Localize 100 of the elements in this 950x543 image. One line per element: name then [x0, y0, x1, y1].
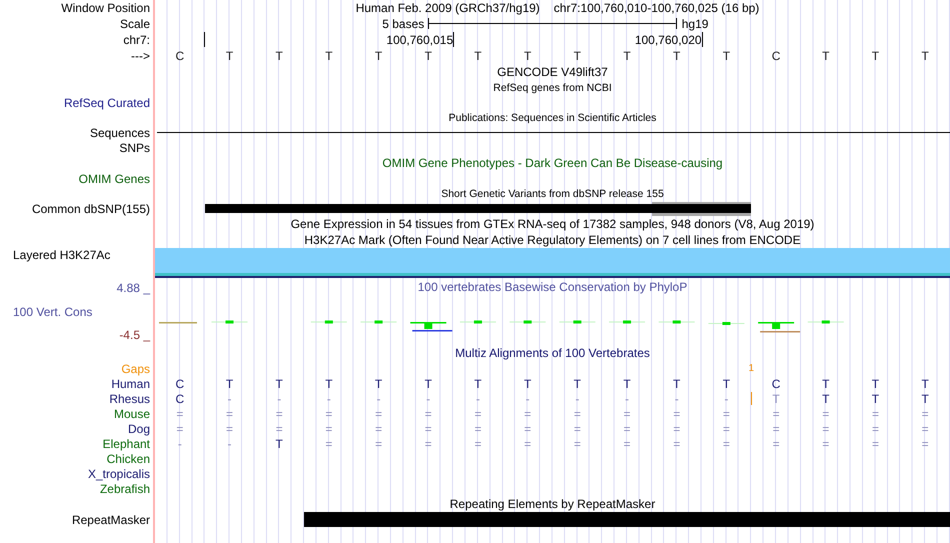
- aligned-base: T: [921, 376, 929, 390]
- aligned-base: =: [325, 436, 332, 450]
- aligned-base: =: [176, 422, 184, 436]
- aligned-base: T: [872, 376, 880, 390]
- aligned-base: -: [674, 392, 679, 406]
- aligned-base: T: [276, 436, 283, 450]
- aligned-base: C: [772, 376, 780, 390]
- aligned-base: =: [375, 436, 382, 450]
- aligned-base: T: [921, 392, 929, 406]
- species-label: X_tropicalis: [88, 466, 150, 480]
- species-label: Dog: [128, 422, 150, 436]
- base-letter: T: [822, 49, 830, 63]
- aligned-base: T: [772, 392, 780, 406]
- conservation-bar: [410, 322, 452, 332]
- conservation-bar: [559, 320, 596, 324]
- aligned-base: =: [474, 422, 482, 436]
- aligned-base: =: [524, 406, 532, 420]
- coordinate-label: 100,760,020: [634, 34, 702, 47]
- base-letter: C: [176, 49, 184, 63]
- species-label: Elephant: [102, 436, 150, 450]
- track-title: 100 vertebrates Basewise Conservation by PhyloP: [418, 280, 688, 294]
- coordinate-label: 100,760,015: [386, 34, 454, 47]
- species-label: Rhesus: [109, 392, 150, 406]
- aligned-base: -: [426, 392, 430, 406]
- gap-count: 1: [748, 363, 754, 374]
- aligned-base: =: [772, 422, 780, 436]
- track-label: 100 Vert. Cons: [13, 304, 92, 318]
- aligned-base: T: [822, 392, 830, 406]
- aligned-base: T: [325, 376, 333, 390]
- species-label: Chicken: [106, 452, 150, 466]
- axis-min-label: -4.5 _: [119, 328, 150, 342]
- aligned-base: -: [326, 392, 331, 406]
- aligned-base: =: [722, 436, 730, 450]
- track-title: Multiz Alignments of 100 Vertebrates: [455, 346, 650, 360]
- conservation-bar: [658, 320, 695, 324]
- ruler-tick: [702, 32, 703, 47]
- aligned-base: T: [276, 376, 283, 390]
- track-title: GENCODE V49lift37: [497, 65, 608, 79]
- assembly-label: hg19: [680, 16, 708, 30]
- position-text: chr7:100,760,010-100,760,025 (16 bp): [554, 1, 760, 15]
- aligned-base: =: [375, 406, 382, 420]
- conservation-bar: [758, 322, 800, 332]
- aligned-base: T: [623, 376, 631, 390]
- aligned-base: T: [374, 376, 382, 390]
- aligned-base: =: [624, 436, 631, 450]
- aligned-base: =: [325, 406, 332, 420]
- aligned-base: -: [277, 392, 282, 406]
- track-title: Gene Expression in 54 tissues from GTEx RNA-seq of 17382 samples, 948 donors (V8, Aug 2019): [290, 217, 814, 231]
- aligned-base: C: [176, 392, 184, 406]
- aligned-base: =: [772, 436, 780, 450]
- base-letter: T: [276, 49, 283, 63]
- conservation-bar: [360, 320, 397, 324]
- track-title: H3K27Ac Mark (Often Found Near Active Regulatory Elements) on 7 cell lines from ENCODE: [304, 233, 801, 247]
- track-label: Common dbSNP(155): [32, 202, 150, 216]
- track-title: Repeating Elements by RepeatMasker: [450, 497, 656, 511]
- track-title: OMIM Gene Phenotypes - Dark Green Can Be Disease-causing: [382, 156, 723, 170]
- track-label: RepeatMasker: [72, 512, 150, 526]
- species-label: Zebrafish: [100, 482, 150, 496]
- base-letter: T: [374, 49, 382, 63]
- conservation-bar: [609, 320, 646, 324]
- aligned-base: -: [476, 392, 480, 406]
- row-label: Window Position: [61, 1, 150, 15]
- conservation-bar: [310, 320, 347, 324]
- axis-max-label: 4.88 _: [116, 281, 150, 295]
- aligned-base: =: [474, 436, 482, 450]
- row-label: chr7:: [123, 32, 150, 46]
- aligned-base: =: [822, 406, 830, 420]
- aligned-base: =: [872, 406, 879, 420]
- aligned-base: T: [424, 376, 432, 390]
- aligned-base: -: [575, 392, 580, 406]
- conservation-bar: [510, 320, 546, 324]
- aligned-base: =: [375, 422, 382, 436]
- aligned-base: T: [822, 376, 830, 390]
- aligned-base: =: [922, 422, 929, 436]
- aligned-base: =: [722, 422, 730, 436]
- aligned-base: =: [673, 422, 680, 436]
- base-letter: T: [474, 49, 482, 63]
- aligned-base: -: [526, 392, 530, 406]
- aligned-base: =: [872, 436, 879, 450]
- aligned-base: T: [872, 392, 880, 406]
- base-letter: T: [325, 49, 333, 63]
- aligned-base: -: [625, 392, 630, 406]
- aligned-base: =: [176, 406, 184, 420]
- base-letter: C: [772, 49, 780, 63]
- aligned-base: =: [673, 406, 680, 420]
- track-label: SNPs: [119, 140, 150, 154]
- aligned-base: =: [325, 422, 332, 436]
- aligned-base: T: [226, 376, 234, 390]
- aligned-base: =: [524, 422, 532, 436]
- track-label: Sequences: [90, 126, 150, 140]
- assembly-name: Human Feb. 2009 (GRCh37/hg19): [356, 1, 540, 15]
- aligned-base: =: [574, 422, 581, 436]
- track-label: RefSeq Curated: [64, 96, 150, 110]
- base-letter: T: [424, 49, 432, 63]
- aligned-base: -: [178, 436, 182, 450]
- aligned-base: T: [574, 376, 582, 390]
- aligned-base: =: [624, 422, 631, 436]
- aligned-base: -: [228, 392, 232, 406]
- base-letter: T: [574, 49, 582, 63]
- aligned-base: =: [276, 422, 283, 436]
